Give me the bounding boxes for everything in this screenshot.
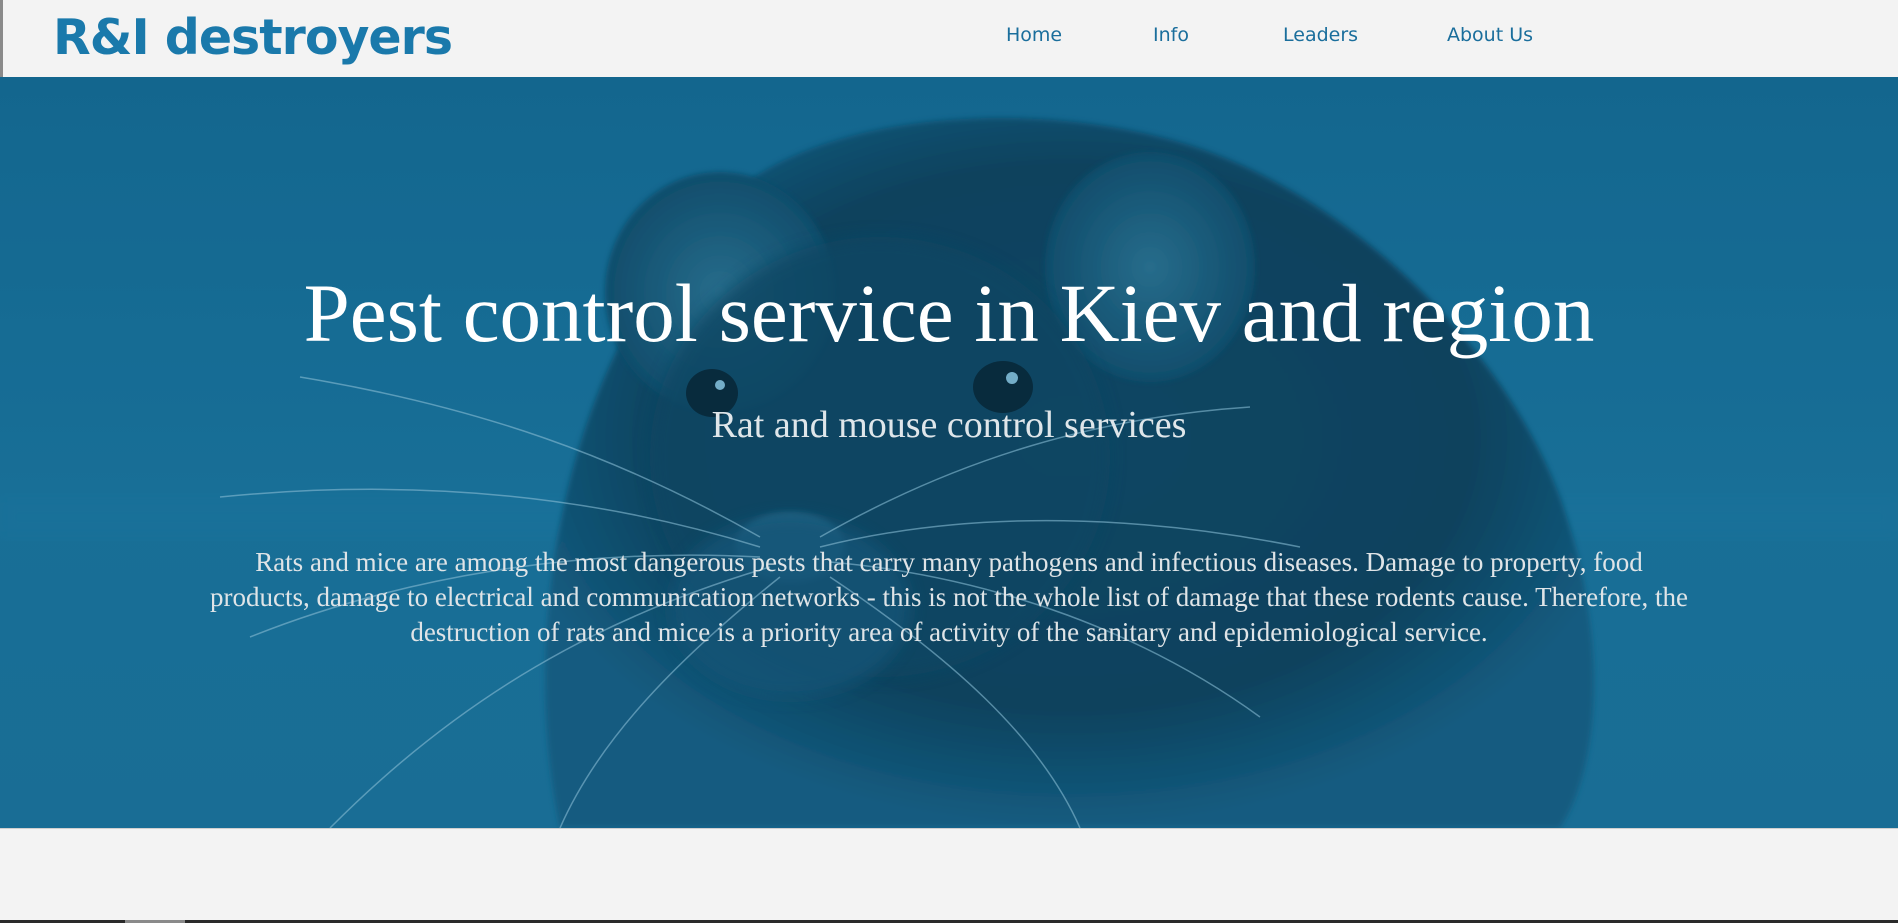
hero-description: Rats and mice are among the most dangero… — [209, 547, 1689, 647]
nav-link-home[interactable]: Home — [1006, 22, 1062, 48]
nav-link-about-us[interactable]: About Us — [1447, 22, 1533, 48]
hero-title: Pest control service in Kiev and region — [303, 267, 1595, 359]
site-header: R&I destroyers Home Info Leaders About U… — [0, 0, 1898, 77]
nav-link-leaders[interactable]: Leaders — [1283, 22, 1358, 48]
hero-subtitle: Rat and mouse control services — [711, 404, 1187, 446]
nav-link-info[interactable]: Info — [1153, 22, 1189, 48]
page-footer-area — [0, 828, 1898, 923]
rat-photo-background — [0, 77, 1898, 828]
hero-section: Pest control service in Kiev and region … — [0, 77, 1898, 828]
site-logo[interactable]: R&I destroyers — [53, 8, 453, 68]
